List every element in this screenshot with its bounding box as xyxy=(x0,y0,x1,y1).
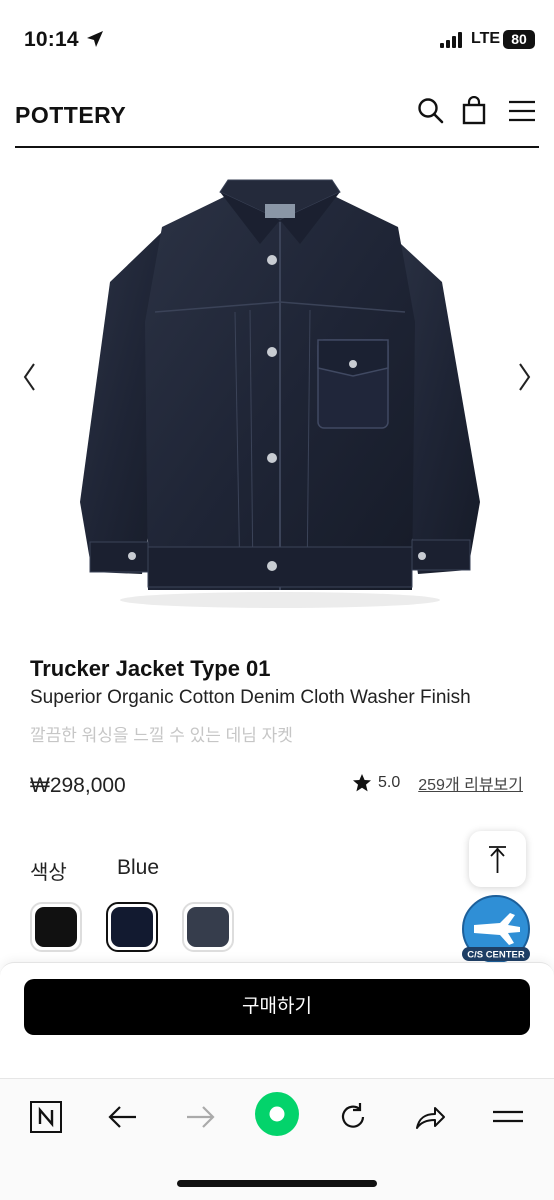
chevron-left-icon[interactable] xyxy=(18,360,42,394)
back-arrow-icon[interactable] xyxy=(101,1095,145,1139)
product-subtitle: Superior Organic Cotton Denim Cloth Wash… xyxy=(30,687,471,708)
network-type: LTE xyxy=(471,30,501,47)
cs-label: C/S CENTER xyxy=(467,950,525,961)
cs-center-button[interactable]: C/S CENTER xyxy=(460,895,532,967)
color-swatches xyxy=(30,902,234,952)
swatch-black[interactable] xyxy=(30,902,82,952)
signal-icon xyxy=(440,32,462,48)
product-image xyxy=(80,179,480,608)
forward-arrow-icon[interactable] xyxy=(178,1095,222,1139)
swatch-charcoal-blue[interactable] xyxy=(182,902,234,952)
scroll-to-top-button[interactable] xyxy=(469,831,526,887)
share-icon[interactable] xyxy=(408,1095,452,1139)
refresh-icon[interactable] xyxy=(331,1095,375,1139)
product-gallery[interactable] xyxy=(0,150,554,620)
product-price: ₩298,000 xyxy=(30,774,126,797)
brand-logo[interactable]: POTTERY xyxy=(15,102,126,129)
airplane-globe-icon: C/S CENTER xyxy=(462,895,530,963)
search-icon[interactable] xyxy=(416,96,446,126)
selected-color-value: Blue xyxy=(117,856,160,879)
green-dot-home-icon[interactable] xyxy=(254,1091,300,1137)
chevron-right-icon[interactable] xyxy=(512,360,536,394)
location-arrow-icon xyxy=(87,31,103,47)
battery-indicator: 80 xyxy=(503,30,535,49)
naver-n-icon[interactable] xyxy=(24,1095,68,1139)
swatch-navy[interactable] xyxy=(106,902,158,952)
arrow-up-icon xyxy=(489,846,506,873)
star-icon xyxy=(353,774,371,792)
buy-button[interactable]: 구매하기 xyxy=(24,979,530,1035)
rating-value: 5.0 xyxy=(378,774,401,791)
reviews-link[interactable]: 259개 리뷰보기 xyxy=(418,771,523,795)
product-description: 깔끔한 워싱을 느낄 수 있는 데님 자켓 xyxy=(30,726,293,745)
home-indicator xyxy=(177,1180,377,1187)
status-bar: 10:14 LTE 80 xyxy=(0,0,554,80)
hamburger-menu-icon[interactable] xyxy=(507,96,537,126)
product-rating: 5.0 259개 리뷰보기 xyxy=(352,771,523,795)
purchase-panel: 구매하기 xyxy=(0,962,554,1078)
site-header: POTTERY xyxy=(15,80,539,148)
menu-icon[interactable] xyxy=(486,1095,530,1139)
product-title: Trucker Jacket Type 01 xyxy=(30,656,271,681)
status-time: 10:14 xyxy=(24,28,79,51)
color-label: 색상 xyxy=(30,862,67,884)
shopping-bag-icon[interactable] xyxy=(459,96,489,126)
